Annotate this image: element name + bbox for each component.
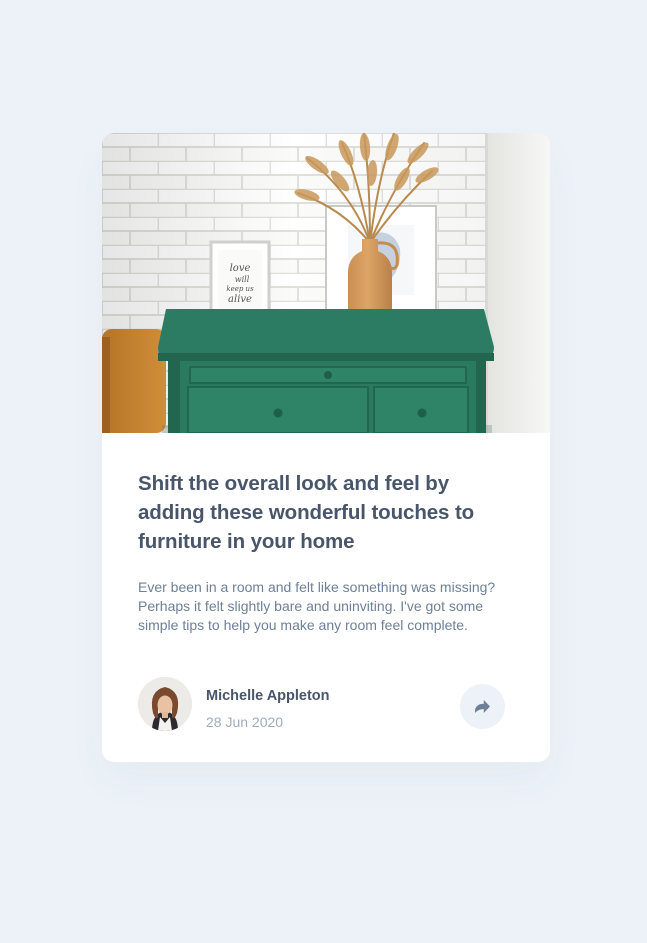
avatar-portrait [138, 677, 192, 731]
svg-text:keep us: keep us [226, 285, 254, 293]
article-title[interactable]: Shift the overall look and feel by addin… [138, 469, 510, 556]
article-excerpt: Ever been in a room and felt like someth… [138, 579, 496, 633]
frame-quote: love [230, 263, 251, 274]
svg-text:alive: alive [228, 294, 252, 305]
share-button[interactable] [460, 684, 505, 729]
svg-text:will: will [235, 275, 250, 284]
share-icon [475, 700, 490, 713]
publish-date: 28 Jun 2020 [206, 714, 284, 730]
article-card: love will keep us alive Shift the overal… [102, 133, 550, 762]
article-content: Shift the overall look and feel by addin… [138, 469, 510, 635]
hero-illustration: love will keep us alive [102, 133, 550, 433]
article-hero-image: love will keep us alive [102, 133, 550, 433]
author-name: Michelle Appleton [206, 688, 330, 704]
article-footer: Michelle Appleton 28 Jun 2020 [138, 677, 514, 733]
author-avatar [138, 677, 192, 731]
